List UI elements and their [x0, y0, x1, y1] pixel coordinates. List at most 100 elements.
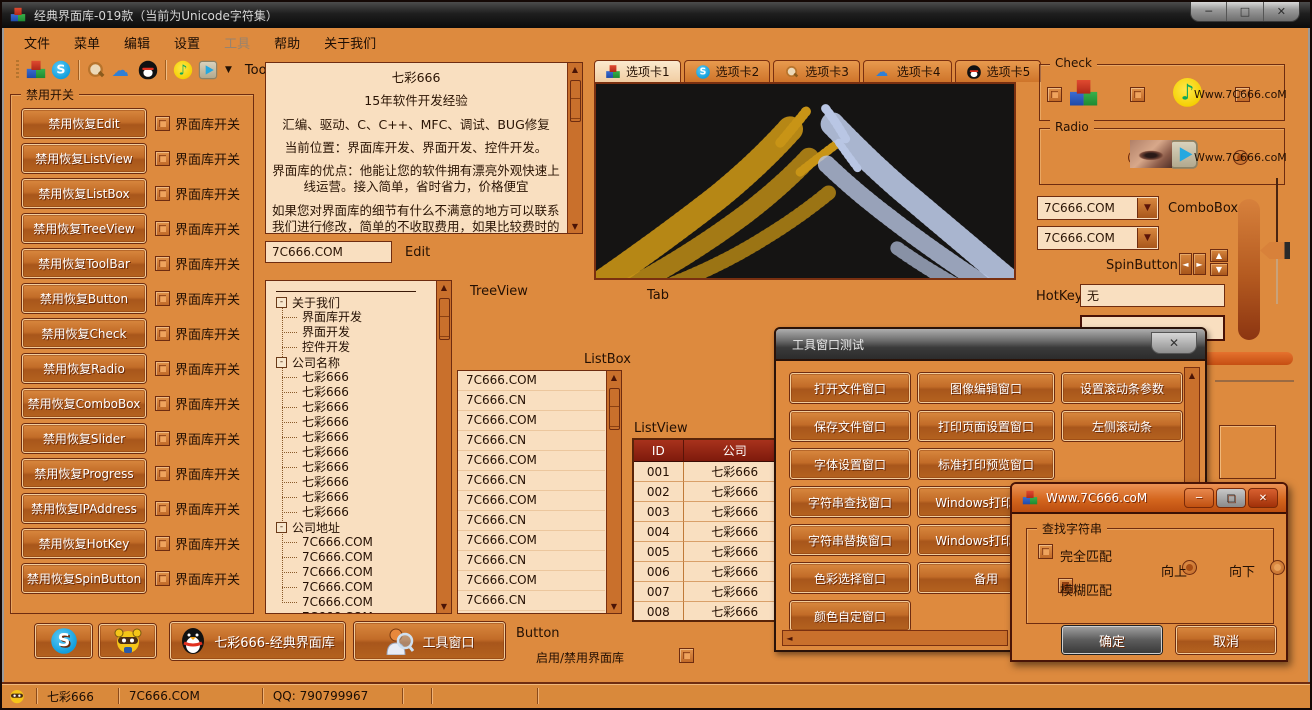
menu-item-文件[interactable]: 文件 [14, 30, 60, 55]
combo-dropdown-icon[interactable]: ▼ [1137, 198, 1157, 218]
scroll-up-icon[interactable]: ▲ [1186, 369, 1199, 382]
vslider-thumb[interactable] [1260, 242, 1290, 259]
tree-node-0[interactable]: -关于我们 [266, 295, 435, 310]
disable-button-1[interactable]: 禁用恢复ListView [22, 144, 146, 173]
maximize-button[interactable]: □ [1227, 2, 1263, 21]
tree-child-item[interactable]: 界面库开发 [266, 310, 435, 325]
toolwin-button-左侧滚动条[interactable]: 左侧滚动条 [1062, 411, 1182, 441]
qq-icon[interactable] [139, 61, 157, 79]
ui-switch-checkbox-13[interactable] [155, 571, 170, 586]
list-box[interactable]: 7C666.COM7C666.CN7C666.COM7C666.CN7C666.… [457, 370, 622, 614]
disable-button-11[interactable]: 禁用恢复IPAddress [22, 494, 146, 523]
tree-collapse-icon[interactable]: - [276, 297, 287, 308]
listbox-item[interactable]: 7C666.COM [458, 371, 605, 391]
listbox-item[interactable]: 7C666.CN [458, 431, 605, 451]
menu-item-编辑[interactable]: 编辑 [114, 30, 160, 55]
listbox-item[interactable]: 7C666.COM [458, 491, 605, 511]
find-close-button[interactable]: ✕ [1248, 488, 1278, 508]
scroll-down-icon[interactable]: ▼ [438, 600, 451, 613]
toolwin-button-颜色自定窗口[interactable]: 颜色自定窗口 [790, 601, 910, 631]
ok-button[interactable]: 确定 [1062, 626, 1162, 654]
tab-2[interactable]: 选项卡2 [684, 60, 771, 82]
hotkey-field[interactable]: 无 [1080, 284, 1225, 307]
tree-child-item[interactable]: 7C666.COM [266, 580, 435, 595]
ui-switch-checkbox-7[interactable] [155, 361, 170, 376]
tree-child-item[interactable]: 7C666.COM [266, 595, 435, 610]
tab-1[interactable]: 选项卡1 [594, 60, 681, 82]
tree-child-item[interactable]: 7C666.COM [266, 610, 435, 613]
search-icon[interactable] [87, 61, 105, 79]
cancel-button[interactable]: 取消 [1176, 626, 1276, 654]
scroll-thumb[interactable] [439, 298, 450, 340]
info-scrollbar[interactable]: ▲ ▼ [567, 63, 582, 233]
ui-switch-checkbox-4[interactable] [155, 256, 170, 271]
menu-item-关于我们[interactable]: 关于我们 [314, 30, 386, 55]
toolwin-button-保存文件窗口[interactable]: 保存文件窗口 [790, 411, 910, 441]
scroll-left-icon[interactable]: ◄ [783, 632, 796, 645]
listview-header-ID[interactable]: ID [634, 440, 684, 462]
ui-switch-checkbox-9[interactable] [155, 431, 170, 446]
tree-child-item[interactable]: 七彩666 [266, 415, 435, 430]
ui-switch-checkbox-0[interactable] [155, 116, 170, 131]
search-down-radio[interactable] [1270, 560, 1285, 575]
tree-collapse-icon[interactable]: - [276, 357, 287, 368]
menu-item-设置[interactable]: 设置 [164, 30, 210, 55]
tab-3[interactable]: 选项卡3 [773, 60, 860, 82]
disable-button-12[interactable]: 禁用恢复HotKey [22, 529, 146, 558]
ui-switch-checkbox-1[interactable] [155, 151, 170, 166]
listbox-item[interactable]: 7C666.COM [458, 571, 605, 591]
tree-child-item[interactable]: 七彩666 [266, 385, 435, 400]
tree-child-item[interactable]: 七彩666 [266, 445, 435, 460]
scroll-down-icon[interactable]: ▼ [608, 600, 621, 613]
tree-child-item[interactable]: 7C666.COM [266, 535, 435, 550]
listbox-item[interactable]: 7C666.CN [458, 591, 605, 611]
menu-item-工具[interactable]: 工具 [214, 30, 260, 55]
spin-down-icon[interactable]: ▼ [1210, 263, 1228, 276]
tree-child-item[interactable]: 7C666.COM [266, 565, 435, 580]
listbox-item[interactable]: 7C666.CN [458, 471, 605, 491]
video-icon[interactable] [199, 61, 217, 79]
listbox-scrollbar[interactable]: ▲ ▼ [606, 371, 621, 613]
exact-match-checkbox[interactable] [1038, 544, 1053, 559]
scroll-down-icon[interactable]: ▼ [569, 220, 582, 233]
edit-field[interactable]: 7C666.COM [265, 241, 392, 263]
tree-node-1[interactable]: -公司名称 [266, 355, 435, 370]
toolwin-button-色彩选择窗口[interactable]: 色彩选择窗口 [790, 563, 910, 593]
skype-icon[interactable] [52, 61, 70, 79]
ui-switch-checkbox-11[interactable] [155, 501, 170, 516]
tree-child-item[interactable]: 界面开发 [266, 325, 435, 340]
tree-child-item[interactable]: 控件开发 [266, 340, 435, 355]
find-maximize-button[interactable]: □ [1216, 488, 1246, 508]
ui-switch-checkbox-2[interactable] [155, 186, 170, 201]
disable-button-9[interactable]: 禁用恢复Slider [22, 424, 146, 453]
spin-left-icon[interactable]: ◄ [1179, 253, 1192, 275]
toolwin-button-字符串替换窗口[interactable]: 字符串替换窗口 [790, 525, 910, 555]
tool-window-hscrollbar[interactable]: ◄ [782, 630, 1008, 646]
disable-button-2[interactable]: 禁用恢复ListBox [22, 179, 146, 208]
toolwin-button-设置滚动条参数[interactable]: 设置滚动条参数 [1062, 373, 1182, 403]
listbox-item[interactable]: 7C666.COM [458, 531, 605, 551]
tree-child-item[interactable]: 七彩666 [266, 370, 435, 385]
scroll-up-icon[interactable]: ▲ [608, 371, 621, 384]
listbox-item[interactable]: 7C666.COM [458, 451, 605, 471]
disable-button-3[interactable]: 禁用恢复TreeView [22, 214, 146, 243]
combo-dropdown-icon[interactable]: ▼ [1137, 228, 1157, 248]
tree-child-item[interactable]: 7C666.COM [266, 550, 435, 565]
mascot-button[interactable] [99, 624, 156, 658]
ui-switch-checkbox-6[interactable] [155, 326, 170, 341]
listbox-item[interactable]: 7C666.CN [458, 551, 605, 571]
spin-up-icon[interactable]: ▲ [1210, 249, 1228, 262]
disable-button-0[interactable]: 禁用恢复Edit [22, 109, 146, 138]
tree-scrollbar[interactable]: ▲ ▼ [436, 281, 451, 613]
ui-switch-checkbox-12[interactable] [155, 536, 170, 551]
tree-child-item[interactable]: 七彩666 [266, 490, 435, 505]
disable-button-13[interactable]: 禁用恢复SpinButton [22, 564, 146, 593]
disable-button-6[interactable]: 禁用恢复Check [22, 319, 146, 348]
qq-big-button[interactable]: 七彩666-经典界面库 [170, 622, 345, 660]
tool-window-titlebar[interactable]: 工具窗口测试 ✕ [776, 329, 1205, 359]
scroll-up-icon[interactable]: ▲ [569, 63, 582, 76]
listbox-item[interactable]: 7C666.COM [458, 411, 605, 431]
disable-button-5[interactable]: 禁用恢复Button [22, 284, 146, 313]
toolbar-dropdown-icon[interactable]: ▼ [225, 65, 232, 75]
disable-button-10[interactable]: 禁用恢复Progress [22, 459, 146, 488]
